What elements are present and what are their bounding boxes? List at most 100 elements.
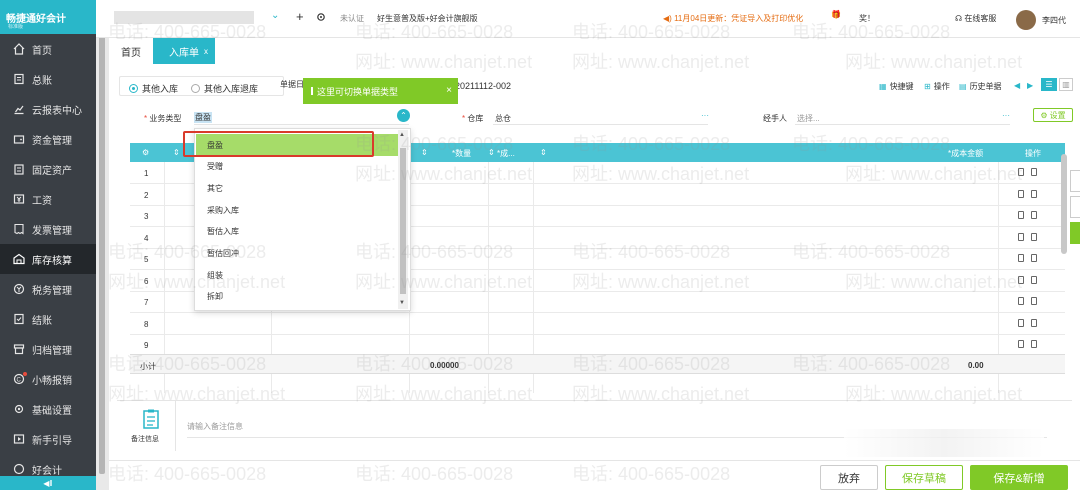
- save-and-new-button[interactable]: 保存&新增: [970, 465, 1068, 490]
- sidebar-item-archive[interactable]: 归档管理: [0, 334, 96, 364]
- sidebar-item-settings[interactable]: 基础设置: [0, 394, 96, 424]
- copy-icon[interactable]: [1031, 275, 1037, 284]
- sidebar-item-ledger[interactable]: 总账: [0, 64, 96, 94]
- operation-button[interactable]: ⊞ 操作: [924, 81, 950, 92]
- gear-icon[interactable]: [316, 12, 326, 24]
- list-view-icon[interactable]: ☰: [1041, 78, 1057, 91]
- tab-stock-in-label: 入库单: [169, 47, 199, 59]
- sidebar-item-guide[interactable]: 新手引导: [0, 424, 96, 454]
- prev-arrow-icon[interactable]: ◀: [1014, 81, 1020, 90]
- sidebar-scrollbar[interactable]: [96, 34, 109, 490]
- dropdown-option[interactable]: 拆卸: [196, 286, 400, 308]
- sort-icon[interactable]: ⇕: [540, 148, 547, 157]
- copy-icon[interactable]: [1031, 297, 1037, 305]
- cert-status[interactable]: 未认证: [340, 13, 364, 24]
- biz-type-input[interactable]: 盘盈: [194, 112, 212, 123]
- scroll-up-icon[interactable]: ▲: [399, 132, 405, 138]
- delete-icon[interactable]: [1018, 318, 1024, 327]
- doc-date-label: 单据日: [280, 80, 304, 89]
- sort-icon[interactable]: ⇕: [173, 148, 180, 157]
- sidebar-item-invoice[interactable]: 发票管理: [0, 214, 96, 244]
- sort-icon[interactable]: ⇕: [421, 148, 428, 157]
- company-selector[interactable]: [114, 11, 254, 24]
- col-amount: *成本金额: [948, 149, 984, 158]
- highlight-box: [183, 131, 374, 157]
- sidebar-item-chart[interactable]: 云报表中心: [0, 94, 96, 124]
- sort-icon[interactable]: ⇕: [488, 148, 495, 157]
- tab-home[interactable]: 首页: [121, 38, 141, 64]
- copy-icon[interactable]: [1031, 340, 1037, 348]
- app-logo[interactable]: 畅捷通好会计 标准版: [0, 0, 96, 34]
- avatar[interactable]: [1016, 10, 1036, 30]
- add-button[interactable]: +: [296, 9, 304, 24]
- side-tool-button[interactable]: [1070, 222, 1080, 244]
- delete-icon[interactable]: [1018, 275, 1024, 284]
- warehouse-value[interactable]: 总仓: [495, 113, 511, 124]
- dropdown-option[interactable]: 组装: [196, 264, 400, 286]
- delete-icon[interactable]: [1018, 254, 1024, 262]
- sidebar: 畅捷通好会计 标准版 首页 总账 云报表中心 资金管理 固定资产 工资 发票管理 库存核算 税务…: [0, 0, 96, 490]
- delete-icon[interactable]: [1018, 189, 1024, 198]
- sidebar-item-label: 归档管理: [32, 345, 72, 357]
- copy-icon[interactable]: [1031, 168, 1037, 176]
- shortcut-button[interactable]: ▦ 快捷键: [879, 81, 914, 92]
- handler-input[interactable]: 选择...: [797, 113, 820, 124]
- dropdown-option[interactable]: 暂估回冲: [196, 243, 400, 265]
- dropdown-scrollbar[interactable]: ▲ ▼: [398, 130, 408, 309]
- handler-more-button[interactable]: ···: [1002, 111, 1010, 120]
- copy-icon[interactable]: [1031, 318, 1037, 327]
- sidebar-collapse-button[interactable]: ◀‖: [0, 476, 96, 490]
- copy-icon[interactable]: [1031, 211, 1037, 219]
- delete-icon[interactable]: [1018, 232, 1024, 241]
- card-view-icon[interactable]: ▥: [1059, 78, 1073, 91]
- history-button[interactable]: ▤ 历史单据: [959, 81, 1002, 92]
- grid-scrollbar[interactable]: [1061, 154, 1067, 254]
- abandon-button[interactable]: 放弃: [820, 465, 878, 490]
- sidebar-item-reimburse[interactable]: C 小畅报销: [0, 364, 96, 394]
- sidebar-item-wallet[interactable]: 资金管理: [0, 124, 96, 154]
- settings-button[interactable]: ⚙ 设置: [1033, 108, 1073, 122]
- user-name[interactable]: 李四代: [1042, 15, 1066, 26]
- save-draft-button[interactable]: 保存草稿: [885, 465, 963, 490]
- sidebar-item-warehouse[interactable]: 库存核算: [0, 244, 96, 274]
- note-icon: [143, 409, 159, 431]
- delete-icon[interactable]: [1018, 340, 1024, 348]
- tab-bar: 首页 入库单 x: [109, 38, 1080, 64]
- dropdown-option[interactable]: 采购入库: [196, 199, 400, 221]
- radio-other-return[interactable]: 其他入库退库: [191, 82, 258, 95]
- scroll-down-icon[interactable]: ▼: [399, 300, 405, 306]
- note-input[interactable]: 请输入备注信息: [187, 421, 243, 432]
- radio-other-in[interactable]: 其他入库: [129, 82, 178, 95]
- side-tool-button[interactable]: [1070, 170, 1080, 192]
- sidebar-item-checkout[interactable]: 结账: [0, 304, 96, 334]
- chevron-up-icon[interactable]: ⌃: [397, 109, 410, 122]
- close-icon[interactable]: x: [204, 47, 208, 56]
- gift-icon[interactable]: 🎁: [831, 10, 841, 19]
- sidebar-item-home[interactable]: 首页: [0, 34, 96, 64]
- sidebar-item-payroll[interactable]: 工资: [0, 184, 96, 214]
- close-icon[interactable]: ×: [446, 85, 452, 96]
- tab-stock-in[interactable]: 入库单 x: [153, 38, 215, 64]
- copy-icon[interactable]: [1031, 189, 1037, 198]
- delete-icon[interactable]: [1018, 297, 1024, 305]
- radio-other-return-label: 其他入库退库: [204, 84, 259, 94]
- side-tool-button[interactable]: [1070, 196, 1080, 218]
- sidebar-item-building[interactable]: 固定资产: [0, 154, 96, 184]
- dropdown-option[interactable]: 暂估入库: [196, 221, 400, 243]
- chevron-down-icon[interactable]: ⌄: [271, 10, 279, 21]
- update-notice[interactable]: ◀) 11月04日更新：凭证导入及打印优化: [663, 13, 803, 24]
- col-ops: 操作: [1025, 149, 1041, 158]
- online-service-link[interactable]: ☊ 在线客服: [955, 13, 996, 24]
- sidebar-item-tax[interactable]: 税务管理: [0, 274, 96, 304]
- dropdown-option[interactable]: 受赠: [196, 156, 400, 178]
- dropdown-option[interactable]: 其它: [196, 177, 400, 199]
- copy-icon[interactable]: [1031, 232, 1037, 241]
- delete-icon[interactable]: [1018, 211, 1024, 219]
- copy-icon[interactable]: [1031, 254, 1037, 262]
- row-actions: [1018, 254, 1037, 262]
- delete-icon[interactable]: [1018, 168, 1024, 176]
- next-arrow-icon[interactable]: ▶: [1027, 81, 1033, 90]
- gift-label[interactable]: 奖！: [859, 13, 875, 24]
- column-settings-icon[interactable]: ⚙: [142, 148, 149, 157]
- warehouse-more-button[interactable]: ···: [701, 111, 709, 120]
